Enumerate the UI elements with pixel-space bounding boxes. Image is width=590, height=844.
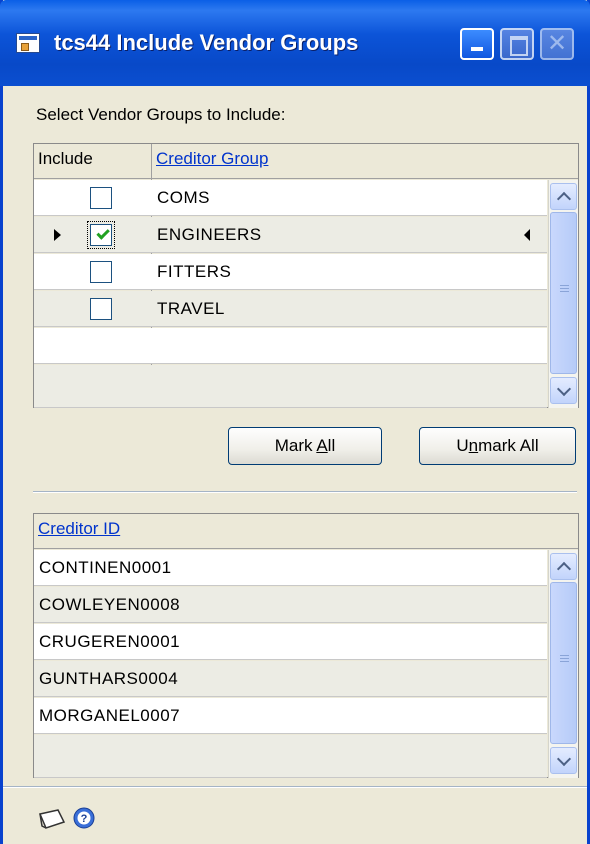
select-groups-label: Select Vendor Groups to Include: [36, 105, 286, 124]
creditor-id-grid: Creditor ID CONTINEN0001 COWLEYEN0008 CR… [33, 513, 579, 778]
include-checkbox[interactable] [90, 187, 112, 209]
close-button[interactable]: ✕ [540, 28, 574, 60]
creditor-id: CRUGEREN0001 [39, 632, 181, 651]
include-checkbox[interactable] [87, 221, 115, 249]
scroll-up-button[interactable] [550, 183, 577, 210]
scroll-thumb[interactable] [550, 212, 577, 374]
creditor-row[interactable]: CRUGEREN0001 [34, 624, 547, 660]
creditor-id-column-header[interactable]: Creditor ID [34, 514, 120, 548]
creditor-id: COWLEYEN0008 [39, 595, 181, 614]
window-app-icon [16, 33, 40, 53]
group-name: TRAVEL [157, 299, 225, 318]
creditor-id: MORGANEL0007 [39, 706, 181, 725]
groups-scrollbar[interactable] [548, 180, 578, 408]
group-row[interactable]: TRAVEL [34, 291, 547, 327]
group-name [152, 365, 157, 407]
scroll-down-button[interactable] [550, 377, 577, 404]
dialog-window: tcs44 Include Vendor Groups ✕ Select Ven… [0, 0, 590, 844]
help-icon[interactable]: ? [72, 806, 96, 835]
include-column-header: Include [38, 149, 93, 168]
checkmark-icon [96, 226, 110, 240]
row-pointer-icon [54, 229, 61, 241]
group-name: COMS [157, 188, 210, 207]
window-title: tcs44 Include Vendor Groups [54, 30, 359, 55]
creditor-row[interactable]: CONTINEN0001 [34, 550, 547, 586]
group-name: FITTERS [157, 262, 232, 281]
creditor-group-grid-header: Include Creditor Group [34, 144, 578, 179]
creditor-group-column-header[interactable]: Creditor Group [152, 144, 268, 178]
group-row[interactable]: COMS [34, 180, 547, 216]
note-icon[interactable] [36, 806, 68, 837]
minimize-button[interactable] [460, 28, 494, 60]
creditor-id: CONTINEN0001 [39, 558, 172, 577]
creditor-row-empty[interactable] [34, 735, 547, 778]
scroll-thumb[interactable] [550, 582, 577, 744]
creditor-row[interactable]: MORGANEL0007 [34, 698, 547, 734]
include-checkbox[interactable] [90, 298, 112, 320]
creditor-group-grid: Include Creditor Group COMS ENGINEERS FI… [33, 143, 579, 408]
creditor-id-grid-header: Creditor ID [34, 514, 578, 549]
title-bar[interactable]: tcs44 Include Vendor Groups ✕ [0, 0, 590, 86]
creditor-scrollbar[interactable] [548, 550, 578, 778]
group-row-selected[interactable]: ENGINEERS [34, 217, 547, 253]
creditor-id [34, 735, 39, 777]
group-name [152, 328, 157, 363]
svg-text:?: ? [81, 813, 88, 825]
creditor-row[interactable]: COWLEYEN0008 [34, 587, 547, 623]
group-row-empty[interactable] [34, 328, 547, 364]
unmark-all-button[interactable]: Unmark All [419, 427, 576, 465]
section-divider [33, 491, 577, 493]
footer-divider [3, 786, 587, 788]
maximize-button[interactable] [500, 28, 534, 60]
include-checkbox[interactable] [90, 261, 112, 283]
scroll-down-button[interactable] [550, 747, 577, 774]
scroll-up-button[interactable] [550, 553, 577, 580]
creditor-row[interactable]: GUNTHARS0004 [34, 661, 547, 697]
group-row-empty[interactable] [34, 365, 547, 408]
creditor-id: GUNTHARS0004 [39, 669, 179, 688]
row-end-pointer-icon [524, 229, 530, 241]
group-name: ENGINEERS [157, 225, 262, 244]
mark-all-button[interactable]: Mark All [228, 427, 382, 465]
group-row[interactable]: FITTERS [34, 254, 547, 290]
